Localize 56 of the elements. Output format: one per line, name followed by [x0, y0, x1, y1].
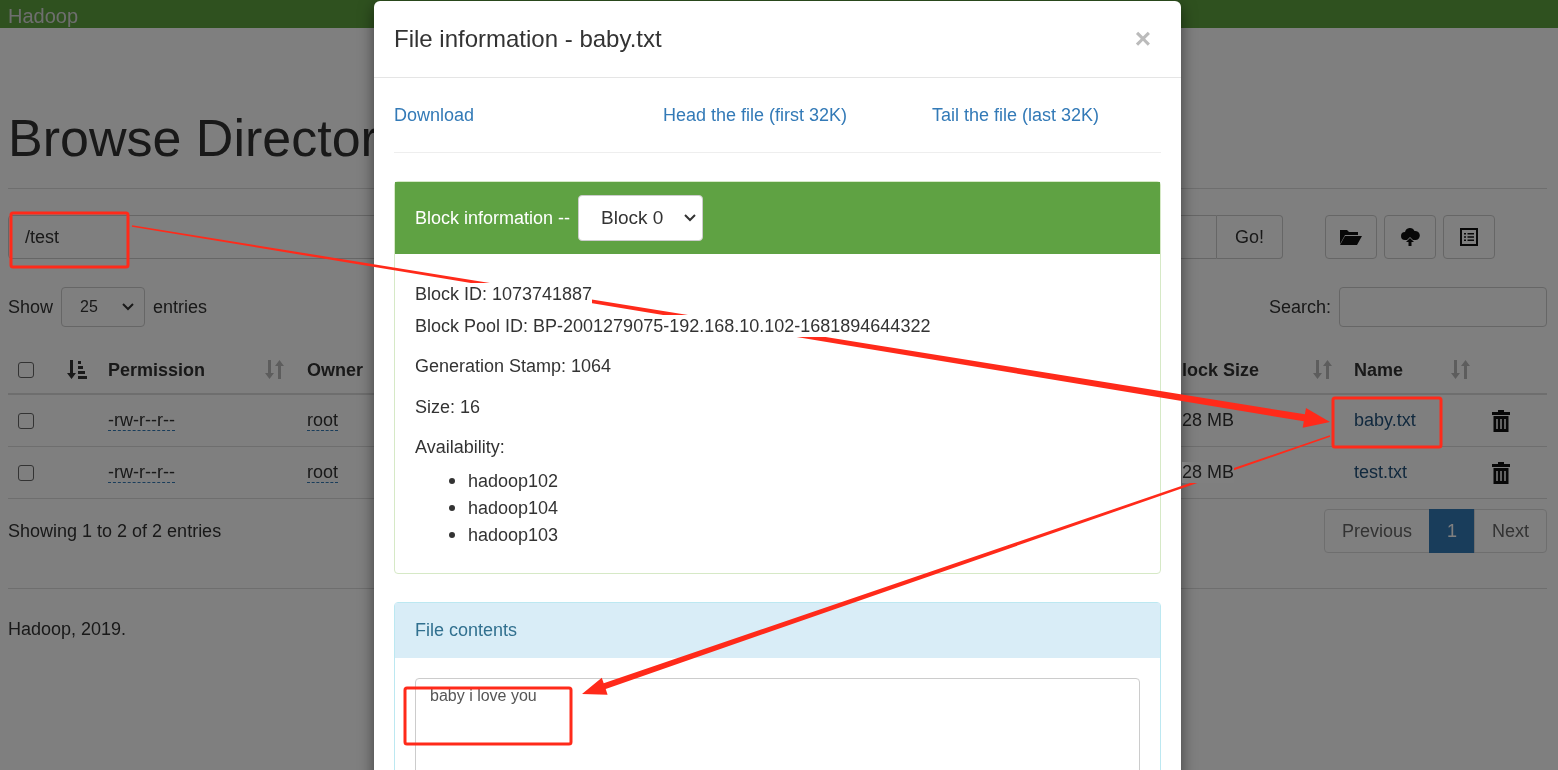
owner-text: root — [307, 462, 339, 483]
bullet-icon — [449, 478, 455, 484]
page-title: Browse Director — [8, 108, 378, 168]
block-select[interactable]: Block 0 — [578, 195, 704, 241]
file-action-link[interactable]: Head the file (first 32K) — [663, 104, 932, 126]
chevron-down-icon — [122, 303, 135, 311]
block-field: Generation Stamp: 1064 — [415, 346, 1140, 387]
cloud-upload-icon — [1400, 227, 1420, 247]
modal-title: File information - baby.txt — [394, 25, 662, 53]
host-name: hadoop104 — [468, 496, 559, 520]
pagination-button[interactable]: 1 — [1428, 509, 1475, 553]
file-action-link[interactable]: Download — [394, 104, 663, 126]
list-icon — [1460, 228, 1478, 246]
search-field[interactable] — [1339, 287, 1547, 327]
search-label: Search: — [1268, 296, 1331, 318]
entries-summary: Showing 1 to 2 of 2 entries — [8, 520, 222, 542]
pagination-button[interactable]: Next — [1474, 509, 1547, 553]
entries-label: entries — [153, 296, 208, 318]
block-field: Size: 16 — [415, 386, 1140, 427]
trash-icon[interactable] — [1492, 461, 1510, 484]
file-action-link[interactable]: Tail the file (last 32K) — [932, 104, 1100, 126]
folder-button[interactable] — [1325, 215, 1377, 259]
block-size-text: 28 MB — [1182, 410, 1235, 431]
column-header[interactable]: Permission — [108, 359, 206, 381]
column-header[interactable]: lock Size — [1182, 359, 1260, 381]
page-size-select[interactable]: 25 — [61, 287, 146, 327]
owner-text: root — [307, 410, 339, 431]
panel-heading: File contents — [415, 619, 518, 641]
chevron-down-icon — [684, 214, 697, 222]
block-size-text: 28 MB — [1182, 462, 1235, 483]
permission-text: -rw-r--r-- — [108, 462, 175, 483]
availability-label: Availability: — [415, 436, 506, 459]
host-name: hadoop103 — [468, 523, 559, 547]
file-link[interactable]: test.txt — [1354, 462, 1407, 483]
row-checkbox[interactable] — [18, 464, 34, 481]
row-checkbox[interactable] — [18, 412, 34, 429]
column-header[interactable]: Owner — [307, 359, 363, 381]
block-field: Block ID: 1073741887 — [415, 283, 593, 305]
upload-button[interactable] — [1384, 215, 1436, 259]
block-field: Block Pool ID: BP-2001279075-192.168.10.102-1681894644322 — [415, 314, 931, 337]
trash-icon[interactable] — [1492, 409, 1510, 432]
list-button[interactable] — [1443, 215, 1495, 259]
host-name: hadoop102 — [468, 469, 559, 493]
pagination-button[interactable]: Previous — [1323, 509, 1430, 553]
go-button[interactable]: Go! — [1217, 215, 1283, 259]
permission-text: -rw-r--r-- — [108, 410, 175, 431]
footer-text: Hadoop, 2019. — [8, 619, 127, 640]
file-link[interactable]: baby.txt — [1354, 410, 1416, 431]
column-header[interactable]: Name — [1354, 359, 1404, 381]
show-label: Show — [8, 296, 54, 318]
panel-heading: Block information -- — [415, 207, 571, 229]
bullet-icon — [449, 505, 455, 511]
select-all-checkbox[interactable] — [18, 362, 34, 378]
sort-descending-icon[interactable] — [66, 360, 88, 380]
folder-icon — [1339, 228, 1363, 246]
bullet-icon — [449, 532, 455, 538]
